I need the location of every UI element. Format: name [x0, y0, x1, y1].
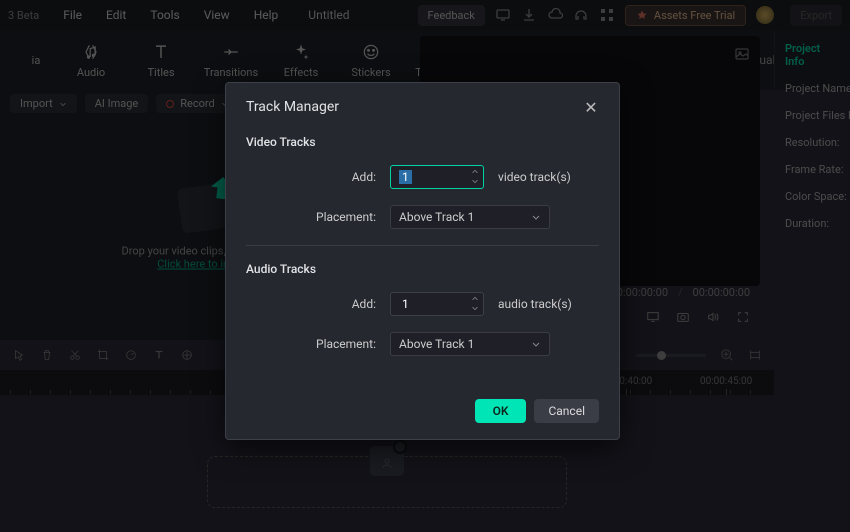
proj-dur-label: Duration: — [785, 217, 840, 230]
tool-media[interactable]: ia — [16, 54, 56, 67]
ruler-tick: 00:00:45:00 — [700, 376, 752, 395]
close-icon[interactable]: ✕ — [583, 99, 599, 115]
proj-fps-label: Frame Rate: — [785, 163, 840, 176]
display-icon[interactable] — [646, 310, 660, 324]
fullscreen-icon[interactable] — [736, 310, 750, 324]
menu-file[interactable]: File — [51, 8, 94, 22]
proj-color-label: Color Space: — [785, 190, 840, 203]
audio-add-label: Add: — [316, 297, 376, 311]
text-icon[interactable] — [152, 348, 166, 362]
modal-title: Track Manager — [246, 99, 339, 115]
proj-name-label: Project Name: — [785, 82, 840, 95]
image-icon[interactable] — [734, 46, 750, 65]
tool-effects[interactable]: Effects — [266, 42, 336, 79]
document-title: Untitled — [240, 8, 417, 22]
preview-time-total: 00:00:00:00 — [693, 286, 750, 299]
apps-icon[interactable] — [599, 7, 615, 23]
chevron-up-icon[interactable] — [471, 295, 479, 303]
tool-audio[interactable]: Audio — [56, 42, 126, 79]
headset-icon[interactable] — [573, 7, 589, 23]
zoom-slider[interactable] — [636, 354, 706, 357]
crop-icon[interactable] — [96, 348, 110, 362]
video-placement-select[interactable]: Above Track 1 — [390, 205, 550, 229]
feedback-button[interactable]: Feedback — [418, 5, 485, 26]
video-placement-label: Placement: — [316, 210, 376, 224]
media-placeholder-icon — [370, 446, 404, 476]
cloud-icon[interactable] — [547, 7, 563, 23]
chevron-down-icon[interactable] — [471, 304, 479, 312]
pointer-icon[interactable] — [12, 348, 26, 362]
proj-files-label: Project Files Location: — [785, 109, 840, 122]
cut-icon[interactable] — [68, 348, 82, 362]
chevron-up-icon[interactable] — [471, 168, 479, 176]
video-suffix: video track(s) — [498, 170, 571, 184]
avatar[interactable] — [756, 6, 774, 24]
volume-icon[interactable] — [706, 310, 720, 324]
tool-stickers[interactable]: Stickers — [336, 42, 406, 79]
audio-placement-label: Placement: — [316, 337, 376, 351]
project-info-panel: Project Info Project Name: Project Files… — [774, 30, 850, 90]
ok-button[interactable]: OK — [475, 399, 527, 423]
chevron-down-icon — [531, 212, 541, 222]
chevron-down-icon[interactable] — [471, 177, 479, 185]
fit-icon[interactable] — [748, 348, 762, 362]
time-sep: / — [678, 286, 683, 299]
audio-tracks-head: Audio Tracks — [246, 262, 599, 276]
project-info-head: Project Info — [785, 42, 840, 68]
video-count-input[interactable]: 1 — [390, 165, 484, 189]
topbar: 3 Beta File Edit Tools View Help Untitle… — [0, 0, 850, 30]
assets-trial-button[interactable]: Assets Free Trial — [625, 5, 746, 26]
menu-tools[interactable]: Tools — [138, 8, 191, 22]
video-tracks-head: Video Tracks — [246, 135, 599, 149]
download-icon[interactable] — [521, 7, 537, 23]
audio-suffix: audio track(s) — [498, 297, 572, 311]
trash-icon[interactable] — [40, 348, 54, 362]
import-button[interactable]: Import — [10, 94, 77, 113]
audio-count-input[interactable]: 1 — [390, 292, 484, 316]
speed-icon[interactable] — [124, 348, 138, 362]
beta-label: 3 Beta — [8, 9, 39, 22]
proj-res-label: Resolution: — [785, 136, 840, 149]
zoom-in-icon[interactable] — [720, 348, 734, 362]
tool-transitions[interactable]: Transitions — [196, 42, 266, 79]
tool-titles[interactable]: Titles — [126, 42, 196, 79]
ai-image-button[interactable]: AI Image — [85, 94, 149, 113]
snapshot-icon[interactable] — [676, 310, 690, 324]
video-add-label: Add: — [316, 170, 376, 184]
audio-placement-select[interactable]: Above Track 1 — [390, 332, 550, 356]
monitor-icon[interactable] — [495, 7, 511, 23]
adjust-icon[interactable] — [180, 348, 194, 362]
export-button[interactable]: Export — [790, 5, 842, 26]
track-manager-modal: Track Manager ✕ Video Tracks Add: 1 vide… — [225, 82, 620, 440]
menu-edit[interactable]: Edit — [94, 8, 138, 22]
menu-view[interactable]: View — [192, 8, 242, 22]
chevron-down-icon — [531, 339, 541, 349]
divider — [246, 245, 599, 246]
drop-track[interactable] — [207, 456, 567, 508]
cancel-button[interactable]: Cancel — [534, 399, 599, 423]
